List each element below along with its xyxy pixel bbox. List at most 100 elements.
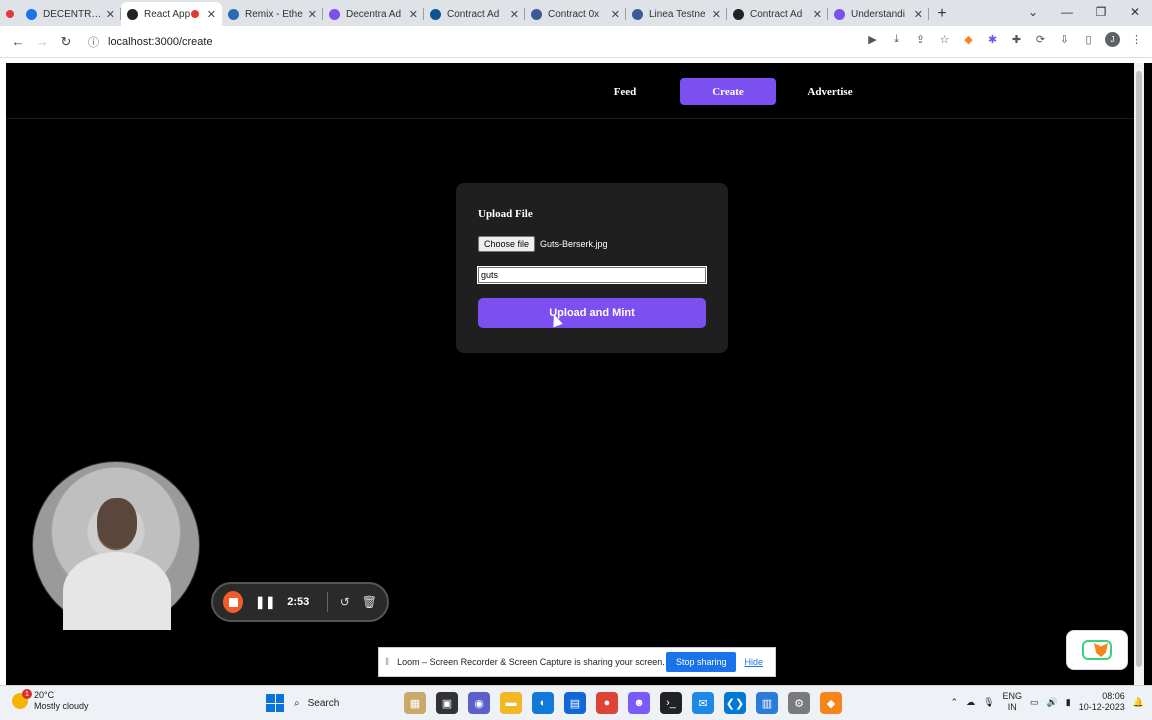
tab-favicon-icon (228, 8, 239, 20)
new-tab-button[interactable]: + (929, 2, 955, 26)
side-panel-icon[interactable]: ▯ (1081, 32, 1096, 47)
extension-gear-icon[interactable]: ✱ (985, 32, 1000, 47)
choose-file-button[interactable]: Choose file (478, 236, 536, 252)
metamask-extension-icon[interactable]: ◆ (961, 32, 976, 47)
browser-tab[interactable]: React App ✕ (121, 2, 222, 26)
windows-start-icon[interactable] (266, 694, 284, 712)
metamask-floating-button[interactable] (1066, 630, 1128, 670)
minimize-icon[interactable]: — (1050, 5, 1084, 19)
weather-sun-icon: 1 (12, 689, 32, 709)
browser-tab[interactable]: Linea Testne ✕ (626, 2, 727, 26)
close-tab-icon[interactable]: ✕ (914, 8, 923, 21)
delete-trash-icon[interactable]: 🗑 (362, 595, 377, 609)
upload-and-mint-button[interactable]: Upload and Mint (478, 298, 706, 328)
upload-heading: Upload File (478, 208, 533, 220)
close-tab-icon[interactable]: ✕ (611, 8, 620, 21)
clock[interactable]: 08:06 10-12-2023 (1079, 691, 1125, 713)
display-icon[interactable]: ▭ (1030, 697, 1039, 708)
volume-icon[interactable]: 🔊 (1047, 697, 1058, 708)
share-message: Loom – Screen Recorder & Screen Capture … (397, 657, 665, 667)
drag-handle-icon[interactable]: ‖ (385, 657, 389, 668)
taskbar-search[interactable]: ⌕ Search (294, 698, 394, 709)
notepad-icon[interactable]: ▥ (756, 692, 778, 714)
task-view-icon[interactable]: ▣ (436, 692, 458, 714)
metamask-app-icon[interactable]: ◆ (820, 692, 842, 714)
weather-widget[interactable]: 1 20°C Mostly cloudy (12, 689, 89, 712)
loom-webcam-bubble[interactable] (32, 461, 200, 630)
stop-recording-button[interactable] (223, 591, 244, 613)
notification-bell-icon[interactable]: 🔔 (1133, 697, 1144, 708)
terminal-icon[interactable]: ›_ (660, 692, 682, 714)
discord-icon[interactable]: ☻ (628, 692, 650, 714)
browser-tab[interactable]: Contract 0x ✕ (525, 2, 626, 26)
close-tab-icon[interactable]: ✕ (106, 8, 115, 21)
page-scrollbar[interactable] (1134, 63, 1144, 685)
close-tab-icon[interactable]: ✕ (409, 8, 418, 21)
menu-kebab-icon[interactable]: ⋮ (1129, 32, 1144, 47)
metamask-fox-icon (1082, 640, 1112, 660)
vscode-icon[interactable]: ❮❯ (724, 692, 746, 714)
bookmark-star-icon[interactable]: ☆ (937, 32, 952, 47)
share-icon[interactable]: ⇪ (913, 32, 928, 47)
close-window-icon[interactable]: ✕ (1118, 5, 1152, 19)
language-indicator[interactable]: ENG IN (1003, 691, 1023, 713)
browser-tab[interactable]: Contract Ad ✕ (727, 2, 828, 26)
microphone-icon[interactable]: 🎙 (983, 697, 994, 708)
weather-condition: Mostly cloudy (34, 701, 89, 711)
browser-tab-strip: DECENTRAD ✕ React App ✕ Remix - Ethe ✕ Decentr… (0, 0, 1152, 26)
file-explorer-icon[interactable]: ▬ (500, 692, 522, 714)
scrollbar-thumb[interactable] (1136, 71, 1142, 667)
settings-gear-icon[interactable]: ⚙ (788, 692, 810, 714)
camera-icon[interactable]: ▶ (865, 32, 880, 47)
nav-feed[interactable]: Feed (577, 78, 673, 105)
region-code: IN (1007, 702, 1017, 712)
tab-favicon-icon (834, 8, 845, 20)
close-tab-icon[interactable]: ✕ (308, 8, 317, 21)
downloads-icon[interactable]: ⇩ (1057, 32, 1072, 47)
browser-tab[interactable]: Understandi ✕ (828, 2, 929, 26)
language-code: ENG (1002, 691, 1023, 701)
tab-search-icon[interactable]: ⌄ (1016, 5, 1050, 19)
stop-sharing-button[interactable]: Stop sharing (665, 652, 737, 672)
nft-name-input[interactable] (477, 266, 707, 284)
edge-icon[interactable]: ◐ (532, 692, 554, 714)
nav-advertise[interactable]: Advertise (782, 78, 878, 105)
chrome-icon[interactable]: ● (596, 692, 618, 714)
hide-link[interactable]: Hide (744, 657, 763, 667)
sync-icon[interactable]: ⟳ (1033, 32, 1048, 47)
restore-icon[interactable]: ❐ (1084, 5, 1118, 19)
tray-chevron-icon[interactable]: ⌃ (951, 697, 959, 708)
onedrive-icon[interactable]: ☁ (966, 697, 975, 708)
mail-icon[interactable]: ✉ (692, 692, 714, 714)
temperature: 20°C (34, 690, 55, 700)
tab-label: Contract Ad (750, 8, 803, 20)
nav-create[interactable]: Create (680, 78, 776, 105)
teams-chat-icon[interactable]: ◉ (468, 692, 490, 714)
restart-icon[interactable]: ↺ (340, 595, 350, 609)
reload-icon[interactable]: ↻ (54, 34, 78, 50)
install-icon[interactable]: ⤓ (889, 32, 904, 47)
store-icon[interactable]: ▤ (564, 692, 586, 714)
address-bar[interactable]: ⓘ localhost:3000/create (88, 30, 828, 54)
browser-tab[interactable]: Decentra Ad ✕ (323, 2, 424, 26)
forward-icon[interactable]: → (30, 34, 54, 49)
browser-tab[interactable]: Contract Ad ✕ (424, 2, 525, 26)
pause-icon[interactable]: ❚❚ (255, 595, 275, 609)
widgets-icon[interactable]: ▦ (404, 692, 426, 714)
close-tab-icon[interactable]: ✕ (510, 8, 519, 21)
battery-icon[interactable]: ▮ (1066, 697, 1071, 708)
webcam-person-head (97, 498, 137, 548)
profile-avatar[interactable]: J (1105, 32, 1120, 47)
site-info-icon[interactable]: ⓘ (88, 34, 102, 50)
loom-recording-controls: ❚❚ 2:53 ↺ 🗑 (211, 582, 389, 622)
clock-date: 10-12-2023 (1078, 702, 1125, 712)
browser-tab[interactable]: DECENTRAD ✕ (20, 2, 121, 26)
extensions-puzzle-icon[interactable]: ✚ (1009, 32, 1024, 47)
close-tab-icon[interactable]: ✕ (813, 8, 822, 21)
system-tray: ⌃ ☁ 🎙 ENG IN ▭ 🔊 ▮ 08:06 10-12-2023 🔔 (951, 691, 1144, 713)
close-tab-icon[interactable]: ✕ (207, 8, 216, 21)
recording-indicator-icon (0, 2, 20, 26)
close-tab-icon[interactable]: ✕ (712, 8, 721, 21)
back-icon[interactable]: ← (6, 34, 30, 49)
browser-tab[interactable]: Remix - Ethe ✕ (222, 2, 323, 26)
